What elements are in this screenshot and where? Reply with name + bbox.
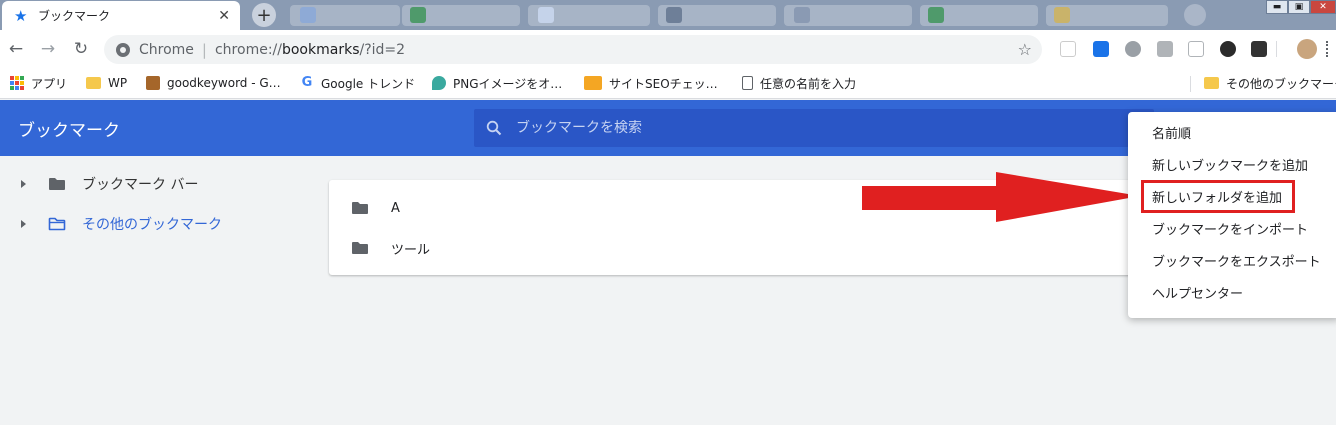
apps-icon — [10, 76, 24, 90]
menu-item-add-bookmark[interactable]: 新しいブックマークを追加 — [1128, 149, 1336, 179]
window-close-icon[interactable]: ✕ — [1310, 0, 1336, 14]
back-button[interactable]: ← — [6, 39, 26, 59]
bookmark-google-trends[interactable]: G Google トレンド — [300, 74, 415, 92]
list-item-label: ツール — [391, 242, 431, 258]
folder-icon — [352, 202, 368, 214]
bookmark-search[interactable] — [474, 109, 1154, 147]
sheets-icon — [928, 7, 944, 23]
minimize-icon[interactable]: ▬ — [1266, 0, 1288, 14]
address-bar[interactable]: Chrome | chrome://bookmarks/?id=2 ☆ — [104, 35, 1042, 64]
chrome-secure-icon[interactable] — [116, 42, 130, 57]
forward-button[interactable]: → — [38, 39, 58, 59]
red-highlight-box — [1141, 180, 1295, 213]
sidebar-item-label: その他のブックマーク — [82, 217, 222, 233]
menu-item-sort-by-name[interactable]: 名前順 — [1128, 117, 1336, 147]
maximize-icon[interactable]: ▣ — [1288, 0, 1310, 14]
menu-item-help-center[interactable]: ヘルプセンター — [1128, 277, 1336, 307]
browser-toolbar: ← → ↻ Chrome | chrome://bookmarks/?id=2 … — [0, 30, 1336, 68]
sheets-icon — [410, 7, 426, 23]
bookmark-label: その他のブックマーク — [1226, 76, 1336, 91]
goodkeyword-icon — [146, 76, 160, 90]
leaf-icon — [432, 76, 446, 90]
search-icon — [486, 120, 502, 136]
tab-title: ブックマーク — [38, 9, 111, 23]
bookmark-wp[interactable]: WP — [86, 74, 127, 92]
organize-menu: 名前順 新しいブックマークを追加 新しいフォルダを追加 ブックマークをインポート… — [1128, 112, 1336, 318]
bookmark-label: Google トレンド — [321, 76, 416, 91]
folder-icon — [49, 178, 65, 190]
profile-icon[interactable] — [1184, 4, 1206, 26]
red-arrow-annotation — [862, 172, 1140, 222]
tab-bookmarks[interactable]: ★ ブックマーク ✕ — [2, 1, 240, 30]
bookmarks-bar-divider — [1190, 76, 1191, 92]
page-icon — [742, 76, 753, 90]
omnibox-separator: | — [201, 40, 207, 59]
folder-icon — [86, 77, 101, 89]
ninja-extension-icon[interactable] — [1220, 41, 1236, 57]
m-extension-icon[interactable] — [1251, 41, 1267, 57]
bookmark-apps[interactable]: アプリ — [10, 74, 67, 92]
bookmarks-bar: アプリ WP goodkeyword - G… G Google トレンド PN… — [0, 68, 1336, 99]
bookmark-label: WP — [108, 76, 128, 90]
sidebar-item-bookmarks-bar[interactable]: ブックマーク バー — [0, 169, 300, 199]
close-icon[interactable]: ✕ — [218, 8, 230, 24]
folder-icon — [1204, 77, 1219, 89]
menu-icon[interactable] — [1326, 41, 1330, 57]
bookmark-seo-check[interactable]: サイトSEOチェッ… — [584, 74, 718, 92]
menu-item-export-bookmarks[interactable]: ブックマークをエクスポート — [1128, 245, 1336, 275]
window-controls: ▬ ▣ ✕ — [1266, 0, 1336, 14]
page-title: ブックマーク — [18, 121, 120, 141]
tab-favicon-icon — [794, 7, 810, 23]
puzzle-extension-icon[interactable] — [1157, 41, 1173, 57]
reload-button[interactable]: ↻ — [71, 39, 91, 59]
tab-favicon-icon — [666, 7, 682, 23]
bookmark-label: サイトSEOチェッ… — [609, 76, 718, 91]
bookmark-star-icon[interactable]: ☆ — [1018, 40, 1032, 59]
extension-icon[interactable] — [1060, 41, 1076, 57]
list-item-label: A — [391, 200, 400, 216]
list-item[interactable]: ツール — [329, 228, 1149, 268]
tab-favicon-icon — [300, 7, 316, 23]
bookmark-untitled[interactable]: 任意の名前を入力 — [742, 74, 856, 92]
chat-extension-icon[interactable] — [1093, 41, 1109, 57]
expand-arrow-icon[interactable] — [21, 180, 26, 188]
star-icon: ★ — [14, 6, 28, 25]
avatar[interactable] — [1297, 39, 1317, 59]
folder-open-icon — [48, 217, 66, 231]
extension-icon[interactable] — [1125, 41, 1141, 57]
sidebar-item-label: ブックマーク バー — [82, 177, 199, 193]
search-input[interactable] — [516, 120, 1116, 136]
bookmark-label: アプリ — [31, 76, 68, 91]
omnibox-chrome-label: Chrome — [139, 41, 194, 58]
new-tab-button[interactable]: + — [252, 3, 276, 27]
memo-extension-icon[interactable] — [1188, 41, 1204, 57]
bookmark-goodkeyword[interactable]: goodkeyword - G… — [146, 74, 281, 92]
bookmark-label: goodkeyword - G… — [167, 76, 281, 90]
bookmark-label: PNGイメージをオ… — [453, 76, 563, 91]
bookmark-png[interactable]: PNGイメージをオ… — [432, 74, 562, 92]
sidebar-item-other-bookmarks[interactable]: その他のブックマーク — [0, 209, 300, 239]
toolbar-divider — [1276, 41, 1277, 57]
tab-favicon-icon — [1054, 7, 1070, 23]
bookmark-other[interactable]: その他のブックマーク — [1204, 74, 1336, 92]
page-icon — [538, 7, 554, 23]
omnibox-url[interactable]: chrome://bookmarks/?id=2 — [215, 42, 405, 58]
expand-arrow-icon[interactable] — [21, 220, 26, 228]
tab-strip: ★ ブックマーク ✕ + ▬ ▣ ✕ — [0, 0, 1336, 30]
google-icon: G — [301, 75, 313, 90]
bookmark-label: 任意の名前を入力 — [760, 76, 857, 91]
folder-icon — [352, 242, 368, 254]
menu-item-import-bookmarks[interactable]: ブックマークをインポート — [1128, 213, 1336, 243]
seo-icon — [584, 76, 602, 90]
